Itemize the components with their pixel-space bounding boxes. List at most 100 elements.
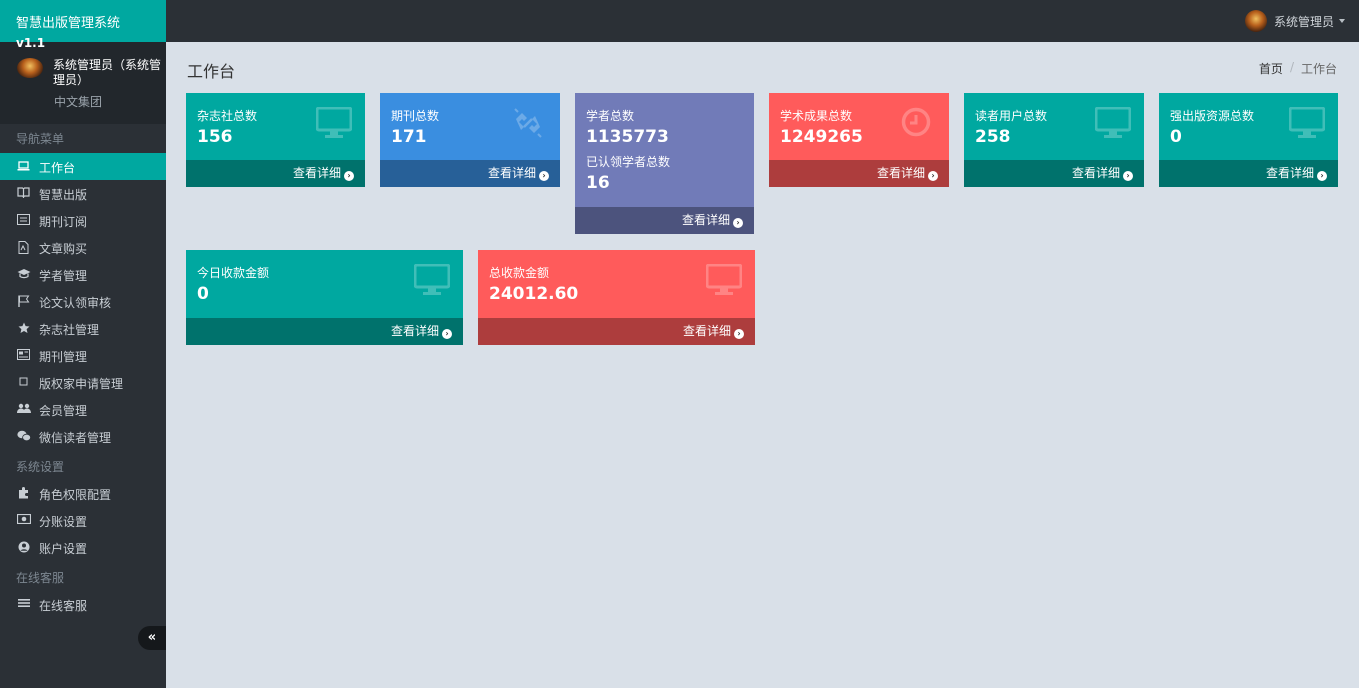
sidebar-item-scholar-management[interactable]: 学者管理 (0, 261, 166, 288)
square-icon (17, 376, 30, 389)
user-menu-dropdown[interactable]: 系统管理员 (1244, 10, 1345, 32)
caret-down-icon (1339, 19, 1345, 23)
breadcrumb-separator: / (1289, 60, 1294, 74)
card-label: 杂志社总数 (197, 109, 258, 123)
nav-header-service: 在线客服 (16, 571, 65, 585)
sidebar-item-journal-subscribe[interactable]: 期刊订阅 (0, 207, 166, 234)
card-label: 今日收款金额 (197, 266, 270, 280)
card-footer-label: 查看详细 (1071, 166, 1120, 180)
chain-broken-icon (514, 108, 542, 138)
sidebar-item-member-management[interactable]: 会员管理 (0, 396, 166, 423)
card-footer-label: 查看详细 (390, 324, 439, 338)
list-icon (17, 214, 30, 227)
sidebar-item-workbench[interactable]: 工作台 (0, 153, 166, 180)
arrow-circle-right-icon: › (928, 171, 938, 181)
sidebar-item-label: 期刊订阅 (39, 215, 88, 229)
card-label: 学者总数 (586, 109, 635, 123)
breadcrumb: 首页 / 工作台 (1259, 60, 1337, 77)
arrow-circle-right-icon: › (734, 329, 744, 339)
card-detail-link[interactable]: 查看详细 › (769, 160, 949, 187)
arrow-circle-right-icon: › (344, 171, 354, 181)
main-content: 工作台 首页 / 工作台 杂志社总数 156 查看详细 › 期刊总数 171 查看… (166, 42, 1359, 688)
card-label: 期刊总数 (391, 109, 440, 123)
card-footer-label: 查看详细 (487, 166, 536, 180)
sidebar-item-label: 期刊管理 (39, 350, 88, 364)
sidebar-item-wechat-reader[interactable]: 微信读者管理 (0, 423, 166, 450)
sidebar-item-paper-claim-review[interactable]: 论文认领审核 (0, 288, 166, 315)
app-version: v1.1 (16, 36, 46, 50)
card-detail-link[interactable]: 查看详细 › (478, 318, 755, 345)
sidebar-item-split-settings[interactable]: 分账设置 (0, 507, 166, 534)
arrow-circle-right-icon: › (442, 329, 452, 339)
stat-card-magazines: 杂志社总数 156 查看详细 › (186, 93, 365, 187)
sidebar-item-label: 微信读者管理 (39, 431, 112, 445)
sidebar-item-label: 账户设置 (39, 542, 88, 556)
nav-header-main: 导航菜单 (16, 132, 65, 146)
sidebar-item-copyright-apply[interactable]: 版权家申请管理 (0, 369, 166, 396)
page-title: 工作台 (187, 62, 236, 81)
card-value: 1135773 (586, 127, 669, 147)
card-detail-link[interactable]: 查看详细 › (186, 318, 463, 345)
graduation-cap-icon (17, 268, 31, 281)
nav-header-settings: 系统设置 (16, 460, 65, 474)
sidebar-item-smart-publish[interactable]: 智慧出版 (0, 180, 166, 207)
sidebar-item-label: 文章购买 (39, 242, 88, 256)
card-detail-link[interactable]: 查看详细 › (1159, 160, 1338, 187)
clock-icon (901, 107, 931, 137)
newspaper-icon (17, 349, 30, 362)
sidebar-item-label: 角色权限配置 (39, 488, 112, 502)
arrow-circle-right-icon: › (733, 218, 743, 228)
card-footer-label: 查看详细 (876, 166, 925, 180)
sidebar-item-role-permissions[interactable]: 角色权限配置 (0, 480, 166, 507)
stat-card-journals: 期刊总数 171 查看详细 › (380, 93, 560, 187)
top-navbar: 系统管理员 (166, 0, 1359, 42)
arrow-circle-right-icon: › (1317, 171, 1327, 181)
sidebar-item-label: 学者管理 (39, 269, 88, 283)
card-value: 24012.60 (489, 284, 579, 304)
card-value: 1249265 (780, 127, 863, 147)
user-org: 中文集团 (54, 95, 103, 109)
card-value-secondary: 16 (586, 173, 610, 193)
users-icon (17, 403, 31, 416)
card-value: 171 (391, 127, 427, 147)
money-icon (16, 513, 32, 527)
breadcrumb-home[interactable]: 首页 (1259, 60, 1283, 77)
sidebar-item-magazine-management[interactable]: 杂志社管理 (0, 315, 166, 342)
stat-card-readers: 读者用户总数 258 查看详细 › (964, 93, 1144, 187)
wechat-icon (17, 430, 32, 443)
sidebar-item-article-purchase[interactable]: 文章购买 (0, 234, 166, 261)
desktop-icon (706, 264, 742, 295)
card-footer-label: 查看详细 (682, 324, 731, 338)
sidebar-item-online-service[interactable]: 在线客服 (0, 591, 166, 618)
sidebar-item-account-settings[interactable]: 账户设置 (0, 534, 166, 561)
puzzle-icon (17, 487, 30, 500)
card-label-secondary: 已认领学者总数 (586, 155, 671, 169)
stat-card-academic-results: 学术成果总数 1249265 查看详细 › (769, 93, 949, 187)
avatar[interactable] (17, 58, 43, 78)
card-detail-link[interactable]: 查看详细 › (186, 160, 365, 187)
desktop-icon (1095, 107, 1131, 138)
stat-card-scholars: 学者总数 1135773 已认领学者总数 16 查看详细 › (575, 93, 754, 234)
user-panel: 系统管理员（系统管理员） 中文集团 (0, 42, 166, 124)
desktop-icon (414, 264, 450, 295)
sidebar-item-journal-management[interactable]: 期刊管理 (0, 342, 166, 369)
card-detail-link[interactable]: 查看详细 › (380, 160, 560, 187)
top-user-name: 系统管理员 (1273, 14, 1334, 29)
app-title: 智慧出版管理系统 (16, 16, 121, 31)
desktop-icon (316, 107, 352, 138)
sidebar-item-label: 会员管理 (39, 404, 88, 418)
card-detail-link[interactable]: 查看详细 › (575, 207, 754, 234)
sidebar-item-label: 杂志社管理 (39, 323, 100, 337)
card-value: 0 (1170, 127, 1182, 147)
bars-icon (17, 598, 30, 611)
arrow-circle-right-icon: › (1123, 171, 1133, 181)
stat-card-total-income: 总收款金额 24012.60 查看详细 › (478, 250, 755, 345)
stat-card-today-income: 今日收款金额 0 查看详细 › (186, 250, 463, 345)
card-value: 0 (197, 284, 209, 304)
sidebar-collapse-button[interactable]: « (138, 626, 166, 650)
desktop-icon (1289, 107, 1325, 138)
card-detail-link[interactable]: 查看详细 › (964, 160, 1144, 187)
laptop-icon (17, 160, 30, 173)
card-footer-label: 查看详细 (292, 166, 341, 180)
star-icon (17, 322, 30, 335)
